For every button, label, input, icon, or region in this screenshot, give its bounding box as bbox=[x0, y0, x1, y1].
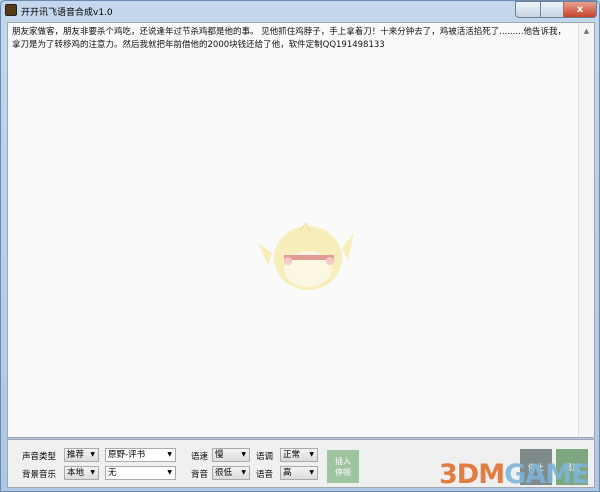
bgm-select[interactable]: 无 ▼ bbox=[105, 466, 176, 480]
vertical-scrollbar[interactable]: ▲ bbox=[578, 23, 594, 437]
maximize-button[interactable] bbox=[540, 1, 564, 18]
chevron-down-icon: ▼ bbox=[241, 469, 246, 476]
volume-select[interactable]: 高 ▼ bbox=[280, 466, 318, 480]
app-window: 开开讯飞语音合成v1.0 x 朋友家做客，朋友非要杀个鸡吃，还说逢年过节杀鸡都是… bbox=[0, 0, 600, 492]
volume-value: 高 bbox=[283, 468, 292, 478]
editor-text[interactable]: 朋友家做客，朋友非要杀个鸡吃，还说逢年过节杀鸡都是他的事。 见他抓住鸡脖子，手上… bbox=[12, 26, 572, 52]
bgm-value: 无 bbox=[108, 468, 117, 478]
bgm-source-select[interactable]: 本地 ▼ bbox=[64, 466, 99, 480]
bgm-source-value: 本地 bbox=[67, 468, 85, 478]
voice-select[interactable]: 原野-评书 ▼ bbox=[105, 448, 176, 462]
mascot-chick-icon bbox=[258, 222, 354, 290]
window-title: 开开讯飞语音合成v1.0 bbox=[21, 8, 113, 18]
scroll-up-arrow[interactable]: ▲ bbox=[579, 27, 594, 35]
chevron-down-icon: ▼ bbox=[90, 451, 95, 458]
chevron-down-icon: ▼ bbox=[309, 451, 314, 458]
bg-volume-value: 很低 bbox=[215, 468, 233, 478]
chevron-down-icon: ▼ bbox=[167, 451, 172, 458]
tone-select[interactable]: 正常 ▼ bbox=[280, 448, 318, 462]
insert-pause-button[interactable]: 插入 停顿 bbox=[327, 450, 359, 483]
bgm-label: 背景音乐 bbox=[22, 470, 57, 480]
speed-value: 慢 bbox=[215, 450, 224, 460]
tone-value: 正常 bbox=[283, 450, 301, 460]
minimize-button[interactable] bbox=[515, 1, 541, 18]
volume-label: 语音 bbox=[256, 470, 274, 480]
text-editor[interactable]: 朋友家做客，朋友非要杀个鸡吃，还说逢年过节杀鸡都是他的事。 见他抓住鸡脖子，手上… bbox=[7, 22, 595, 438]
app-icon bbox=[5, 4, 17, 16]
speed-label: 语速 bbox=[191, 452, 209, 462]
voice-value: 原野-评书 bbox=[108, 450, 146, 460]
watermark-part-b: GAME bbox=[504, 459, 589, 490]
voice-type-value: 推荐 bbox=[67, 450, 85, 460]
speed-select[interactable]: 慢 ▼ bbox=[212, 448, 250, 462]
chevron-down-icon: ▼ bbox=[90, 469, 95, 476]
close-button[interactable]: x bbox=[563, 1, 597, 18]
watermark-logo: 3DMGAME bbox=[439, 459, 589, 490]
bg-volume-label: 背音 bbox=[191, 470, 209, 480]
voice-type-label: 声音类型 bbox=[22, 452, 57, 462]
chevron-down-icon: ▼ bbox=[167, 469, 172, 476]
voice-type-select[interactable]: 推荐 ▼ bbox=[64, 448, 99, 462]
chevron-down-icon: ▼ bbox=[241, 451, 246, 458]
bg-volume-select[interactable]: 很低 ▼ bbox=[212, 466, 250, 480]
tone-label: 语调 bbox=[256, 452, 274, 462]
watermark-part-a: 3DM bbox=[439, 459, 505, 490]
chevron-down-icon: ▼ bbox=[309, 469, 314, 476]
